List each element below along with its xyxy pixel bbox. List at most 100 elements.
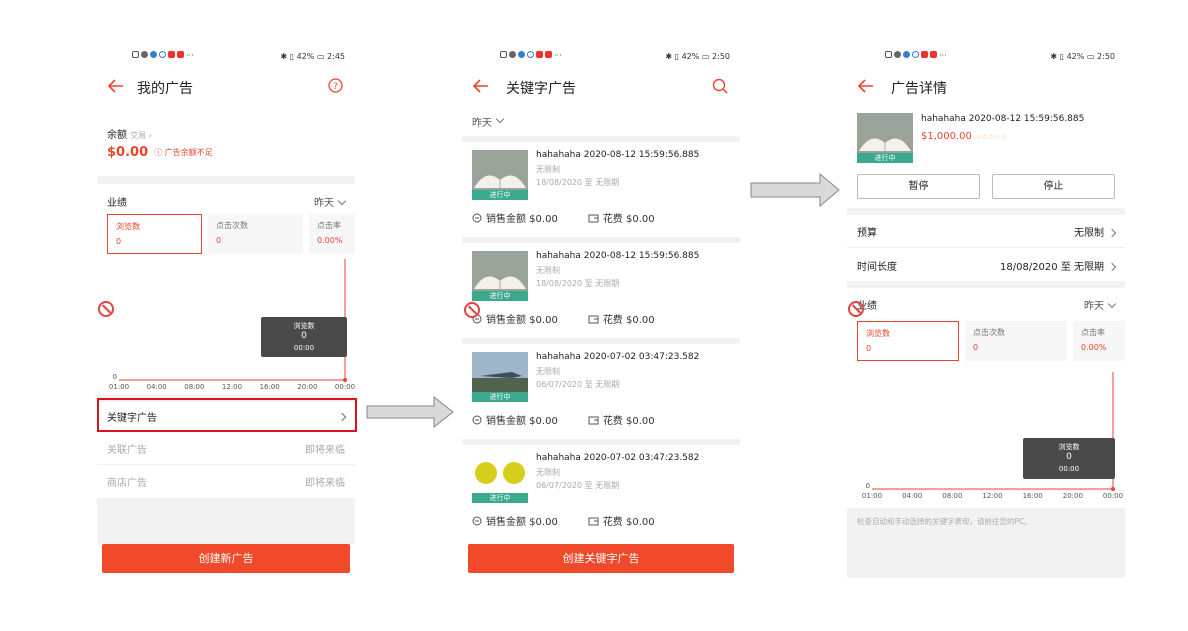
chevron-right-icon	[1107, 262, 1117, 271]
menu-item-related-ads[interactable]: 关联广告 即将来临	[97, 432, 355, 465]
x-tick-label: 00:00	[335, 383, 355, 391]
ad-image	[472, 150, 528, 190]
balance-warning: ⓘ 广告余额不足	[154, 148, 213, 157]
x-tick-label: 20:00	[1063, 492, 1083, 500]
page-title: 广告详情	[891, 81, 947, 97]
footer-gap	[97, 498, 355, 544]
ad-thumbnail: 进行中	[472, 352, 528, 402]
ad-info: hahahaha 2020-08-12 15:59:56.885 无限制 18/08…	[536, 251, 699, 289]
status-badge: 进行中	[472, 291, 528, 301]
perf-header: 业绩 昨天	[847, 292, 1125, 316]
page-title: 关键字广告	[506, 81, 576, 97]
ad-period: 18/08/2020 至 无限期	[536, 178, 620, 187]
budget-row[interactable]: 预算 无限制	[847, 216, 1125, 248]
metric-ctr[interactable]: 点击率 0.00%	[1073, 321, 1125, 361]
ad-stats: 销售金额 $0.00 花费 $0.00	[472, 210, 655, 225]
search-icon[interactable]	[712, 78, 728, 94]
divider	[847, 281, 1125, 288]
y-tick-label: 0	[113, 373, 117, 381]
ad-name: hahahaha 2020-08-12 15:59:56.885	[536, 251, 700, 261]
metric-views[interactable]: 浏览数 0	[107, 214, 202, 254]
trade-link[interactable]: 交易 ›	[130, 131, 152, 140]
wallet-icon	[588, 416, 599, 424]
x-tick-label: 16:00	[260, 383, 280, 391]
ad-image	[472, 453, 528, 493]
ad-card[interactable]: 进行中 hahahaha 2020-07-02 03:47:23.582 无限制 06…	[462, 445, 740, 540]
ad-info: hahahaha 2020-07-02 03:47:23.582 无限制 06/07…	[536, 352, 699, 390]
x-tick-label: 04:00	[902, 492, 922, 500]
range-dropdown[interactable]: 昨天	[1084, 297, 1117, 312]
metric-clicks[interactable]: 点击次数 0	[965, 321, 1067, 361]
metric-views[interactable]: 浏览数 0	[857, 321, 959, 361]
ad-card[interactable]: 进行中 hahahaha 2020-07-02 03:47:23.582 无限制 06…	[462, 344, 740, 439]
status-right: ✱ ▯ 42% ▭ 2:50	[1050, 52, 1115, 61]
chart-svg: 0 01:00 04:00 08:00 12:00 16:00 20:00 00:00	[862, 372, 1123, 500]
status-badge: 进行中	[472, 392, 528, 402]
chart-tooltip: 浏览数 0 00:00	[1023, 438, 1115, 479]
ad-stats: 销售金额 $0.00 花费 $0.00	[472, 513, 655, 528]
cost-stat: 花费 $0.00	[588, 311, 655, 326]
x-tick-label: 12:00	[982, 492, 1002, 500]
range-dropdown[interactable]: 昨天	[462, 106, 740, 136]
ad-limit: 无限制	[536, 468, 560, 477]
back-arrow-icon[interactable]	[857, 77, 875, 95]
views-chart: 0 01:00 04:00 08:00 12:00 16:00 20:00 00:00 浏览数…	[97, 254, 355, 394]
create-ad-button[interactable]: 创建新广告	[102, 544, 350, 573]
help-icon[interactable]: ?	[328, 78, 343, 93]
coin-icon	[472, 415, 482, 424]
x-tick-label: 08:00	[942, 492, 962, 500]
status-bar: ··· ✱ ▯ 42% ▭ 2:50	[462, 44, 740, 68]
pc-note: 检查自动和手动选择的关键字表现，请前往您的PC。	[847, 508, 1125, 578]
ad-thumbnail: 进行中	[472, 150, 528, 200]
x-tick-label: 00:00	[1103, 492, 1123, 500]
duration-row[interactable]: 时间长度 18/08/2020 至 无限期	[847, 249, 1125, 281]
coin-icon	[472, 213, 482, 222]
ad-card[interactable]: 进行中 hahahaha 2020-08-12 15:59:56.885 无限制 18…	[462, 142, 740, 237]
wallet-icon	[588, 315, 599, 323]
stop-button[interactable]: 停止	[992, 174, 1115, 199]
notification-icons: ···	[885, 51, 947, 60]
ad-title: hahahaha 2020-08-12 15:59:56.885	[921, 114, 1085, 124]
sales-stat: 销售金额 $0.00	[472, 513, 558, 528]
x-tick-label: 16:00	[1023, 492, 1043, 500]
menu-item-store-ads[interactable]: 商店广告 即将来临	[97, 465, 355, 498]
status-badge: 进行中	[857, 153, 913, 163]
x-tick-label: 01:00	[109, 383, 129, 391]
ad-image	[472, 251, 528, 291]
ad-thumbnail: 进行中	[472, 251, 528, 301]
chart-tooltip: 浏览数 0 00:00	[261, 317, 347, 357]
back-arrow-icon[interactable]	[472, 77, 490, 95]
metric-cards: 浏览数 0 点击次数 0 点击率 0.00%	[97, 214, 355, 254]
ad-limit: 无限制	[536, 165, 560, 174]
header: 广告详情	[847, 68, 1125, 106]
header: 关键字广告	[462, 68, 740, 106]
notification-icons: ···	[500, 51, 562, 60]
cost-stat: 花费 $0.00	[588, 210, 655, 225]
x-tick-label: 01:00	[862, 492, 882, 500]
sales-stat: 销售金额 $0.00	[472, 210, 558, 225]
ad-list: 进行中 hahahaha 2020-08-12 15:59:56.885 无限制 18…	[462, 142, 740, 540]
wallet-icon	[588, 214, 599, 222]
status-badge: 进行中	[472, 190, 528, 200]
ad-thumbnail: 进行中	[472, 453, 528, 503]
metric-clicks[interactable]: 点击次数 0	[208, 214, 303, 254]
ad-name: hahahaha 2020-07-02 03:47:23.582	[536, 453, 700, 463]
ad-image	[472, 352, 528, 392]
ad-card[interactable]: 进行中 hahahaha 2020-08-12 15:59:56.885 无限制 18…	[462, 243, 740, 338]
page-title: 我的广告	[137, 81, 193, 97]
chevron-down-icon	[495, 114, 505, 124]
no-entry-icon	[98, 301, 114, 317]
screen-my-ads: ··· ✱ ▯ 42% ▭ 2:45 我的广告 ? 余额 交易 › $0.00 ⓘ…	[97, 44, 355, 584]
chevron-right-icon	[1107, 228, 1117, 238]
ad-limit: 无限制	[536, 266, 560, 275]
book-image	[857, 113, 913, 153]
create-keyword-ad-button[interactable]: 创建关键字广告	[468, 544, 734, 573]
wallet-icon	[588, 517, 599, 525]
balance-section: 余额 交易 › $0.00 ⓘ 广告余额不足	[97, 106, 355, 176]
range-dropdown[interactable]: 昨天	[314, 194, 347, 209]
metric-ctr[interactable]: 点击率 0.00%	[309, 214, 355, 254]
pause-button[interactable]: 暂停	[857, 174, 980, 199]
back-arrow-icon[interactable]	[107, 77, 125, 95]
ad-stats: 销售金额 $0.00 花费 $0.00	[472, 311, 655, 326]
status-badge: 进行中	[472, 493, 528, 503]
